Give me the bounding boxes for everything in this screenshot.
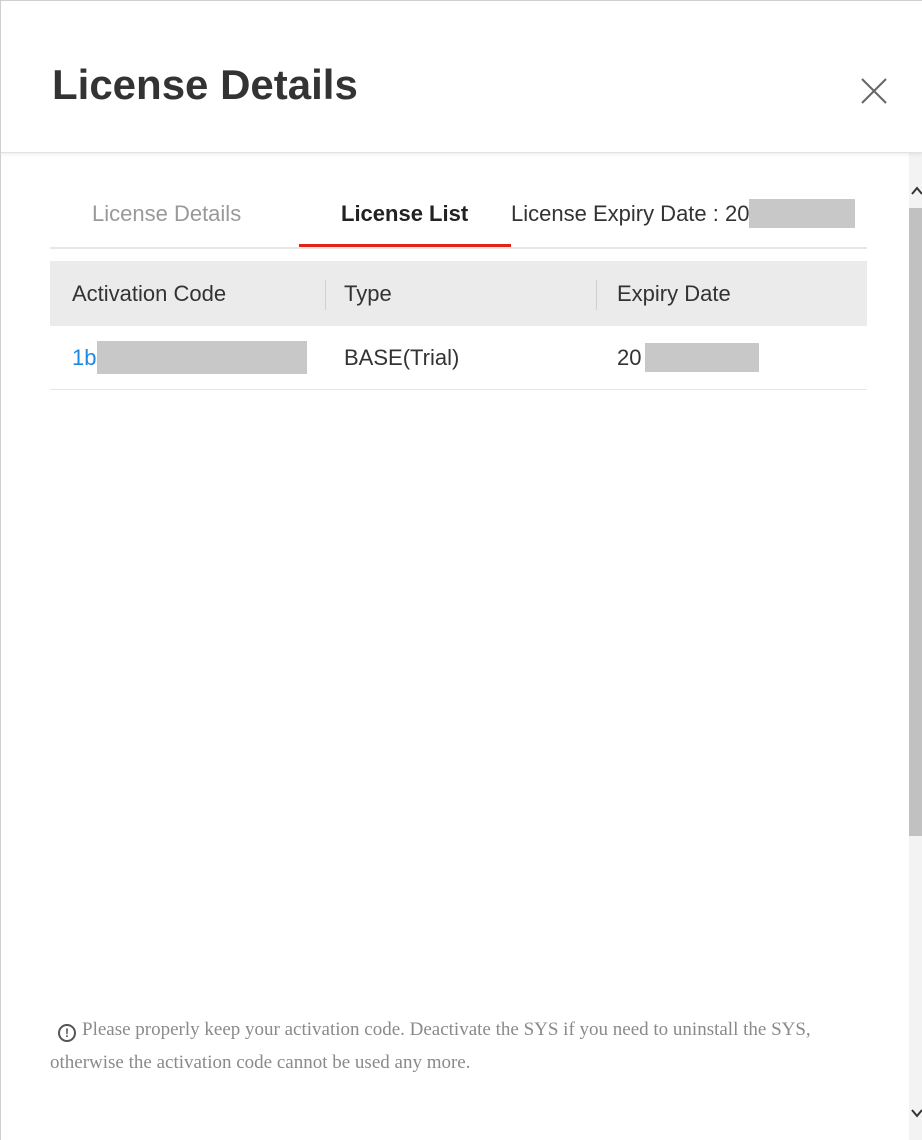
column-header-expiry-date: Expiry Date [617,281,731,306]
license-table: Activation Code Type Expiry Date 1b BASE… [50,261,867,390]
info-circle-icon: ! [58,1024,76,1042]
redacted-expiry-cell [645,342,760,372]
column-header-activation-code: Activation Code [72,281,227,306]
table-header: Activation Code Type Expiry Date [50,261,867,326]
notice-text: Please properly keep your activation cod… [50,1019,811,1073]
redacted-expiry-date [749,198,856,228]
tab-license-details[interactable]: License Details [92,181,241,247]
activation-code-value: 1b [72,345,97,370]
tab-license-list[interactable]: License List [341,181,468,247]
tab-bar: License Details License List License Exp… [50,181,867,249]
scrollbar-thumb[interactable] [909,208,922,836]
expiry-date-cell: 20 [617,326,760,389]
column-header-type: Type [344,281,392,306]
license-expiry-date: License Expiry Date : 20 [511,181,856,247]
close-icon[interactable] [859,76,889,106]
scroll-down-icon[interactable] [909,1103,922,1123]
table-row: 1b BASE(Trial) 20 [50,326,867,390]
dialog-header: License Details [1,1,922,153]
column-divider [596,280,597,310]
dialog-title: License Details [52,61,358,108]
license-details-dialog: License Details License Details License … [0,0,922,1140]
vertical-scrollbar[interactable] [909,153,922,1140]
redacted-activation-code [97,340,308,374]
active-tab-indicator [299,244,511,247]
scroll-up-icon[interactable] [909,181,922,201]
license-type-cell: BASE(Trial) [344,345,460,370]
expiry-date-value: 20 [617,345,642,370]
activation-code-link[interactable]: 1b [72,326,308,389]
column-divider [325,280,326,310]
license-expiry-label: License Expiry Date : 20 [511,201,750,226]
activation-notice: ! Please properly keep your activation co… [50,1013,830,1079]
